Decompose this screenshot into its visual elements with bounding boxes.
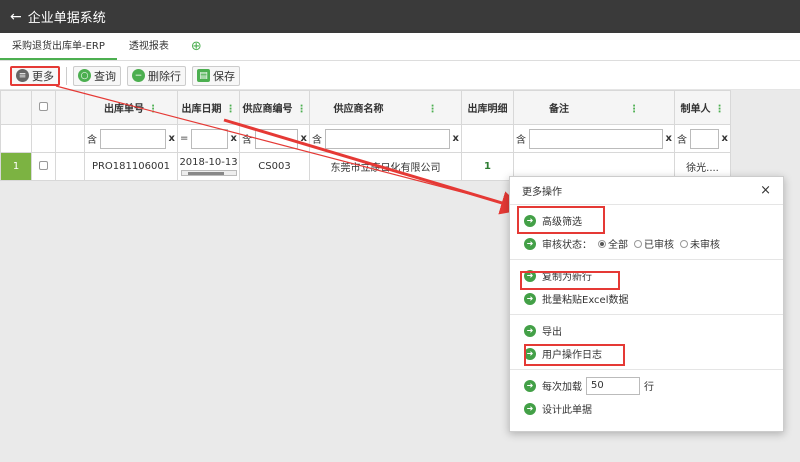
tab-purchase-return[interactable]: 采购退货出库单-ERP [0,33,117,60]
audit-radio-all[interactable]: 全部 [598,236,628,251]
clear-filter-icon[interactable]: x [301,133,307,144]
clear-filter-icon[interactable]: x [453,133,459,144]
highlight-copy-new-row [520,271,620,290]
cell-order-no[interactable]: PRO181106001 [84,152,178,181]
filter-row: 含x = x 含x 含x 含x 含x [0,124,731,153]
dialog-header: 更多操作 × [510,177,783,205]
save-label: 保存 [213,69,235,83]
clear-filter-icon[interactable]: x [666,133,672,144]
data-grid: 出库单号 ⋮ 出库日期 ⋮ 供应商编号 ⋮ 供应商名称 ⋮ 出库明细 备注 ⋮ 制单人 ⋮ … [0,90,731,181]
filter-input[interactable] [255,128,298,149]
toolbar-divider [66,66,67,85]
cell-scrollbar[interactable] [180,170,237,176]
more-button[interactable]: ≡ 更多 [10,65,60,86]
menu-icon: ≡ [16,69,29,82]
batch-paste-item[interactable]: ➜ 批量粘贴Excel数据 [510,287,783,310]
dialog-section-settings: ➜ 每次加载 50 行 ➜ 设计此单据 [510,370,783,424]
arrow-right-icon: ➜ [524,237,536,250]
column-header-creator[interactable]: 制单人 ⋮ [674,90,731,125]
delete-row-label: 删除行 [148,69,181,83]
filter-date: = x [177,124,240,153]
highlight-user-log [524,344,625,366]
arrow-left-icon[interactable]: ← [10,9,22,25]
filter-note: 含x [513,124,675,153]
filter-input[interactable] [100,128,166,149]
column-header-supplier-name[interactable]: 供应商名称 ⋮ [309,90,462,125]
arrow-right-icon: ➜ [524,379,536,392]
audit-radio-unapproved[interactable]: 未审核 [680,236,720,251]
highlight-advanced-filter [517,206,605,234]
load-count-input[interactable]: 50 [586,376,640,395]
toolbar: ≡ 更多 ○ 查询 − 删除行 ▤ 保存 [0,62,800,90]
title-bar: ← 企业单据系统 [0,0,800,33]
column-menu-icon[interactable]: ⋮ [226,104,236,115]
app-title: 企业单据系统 [27,11,106,26]
header-blank [55,90,85,125]
close-icon[interactable]: × [760,183,771,198]
column-menu-icon[interactable]: ⋮ [148,104,158,115]
design-item[interactable]: ➜ 设计此单据 [510,397,783,420]
arrow-right-icon: ➜ [524,292,536,305]
arrow-right-icon: ➜ [524,324,536,337]
filter-input[interactable] [191,128,228,149]
column-header-date[interactable]: 出库日期 ⋮ [177,90,240,125]
header-select-all[interactable] [31,90,56,125]
filter-input[interactable] [690,128,719,149]
column-menu-icon[interactable]: ⋮ [428,104,438,115]
row-number: 1 [0,152,32,181]
query-label: 查询 [94,69,116,83]
filter-supplier-name: 含x [309,124,462,153]
column-menu-icon[interactable]: ⋮ [629,104,639,115]
cell-supplier-name[interactable]: 东莞市立康日化有限公司 [309,152,462,181]
cell-date[interactable]: 2018-10-13 [177,152,240,181]
checkbox-icon[interactable] [39,160,48,170]
checkbox-icon[interactable] [39,101,48,111]
cell-supplier-code[interactable]: CS003 [239,152,310,181]
filter-input[interactable] [325,128,450,149]
row-select[interactable] [31,152,56,181]
more-label: 更多 [32,69,54,83]
audit-radio-approved[interactable]: 已审核 [634,236,674,251]
filter-input[interactable] [529,128,663,149]
filter-supplier-code: 含x [239,124,310,153]
minus-icon: − [132,69,145,82]
column-header-supplier-code[interactable]: 供应商编号 ⋮ [239,90,310,125]
filter-creator: 含x [674,124,731,153]
header-row: 出库单号 ⋮ 出库日期 ⋮ 供应商编号 ⋮ 供应商名称 ⋮ 出库明细 备注 ⋮ 制单人 ⋮ [0,90,731,125]
tab-bar: 采购退货出库单-ERP 透视报表 ⊕ [0,33,800,61]
column-menu-icon[interactable]: ⋮ [297,104,307,115]
column-header-order-no[interactable]: 出库单号 ⋮ [84,90,178,125]
tab-pivot-report[interactable]: 透视报表 [117,33,181,60]
arrow-right-icon: ➜ [524,402,536,415]
audit-status-item: ➜ 审核状态： 全部 已审核 未审核 [510,232,783,255]
search-icon: ○ [78,69,91,82]
column-header-detail[interactable]: 出库明细 [461,90,514,125]
load-count-item: ➜ 每次加载 50 行 [510,374,783,397]
query-button[interactable]: ○ 查询 [73,65,121,86]
header-rownum [0,90,32,125]
clear-filter-icon[interactable]: x [722,133,728,144]
add-tab-icon[interactable]: ⊕ [181,33,212,60]
save-button[interactable]: ▤ 保存 [192,65,240,86]
filter-order-no: 含x [84,124,178,153]
clear-filter-icon[interactable]: x [169,133,175,144]
column-header-note[interactable]: 备注 ⋮ [513,90,675,125]
save-icon: ▤ [197,69,210,82]
cell-detail[interactable]: 1 [461,152,514,181]
clear-filter-icon[interactable]: x [231,133,237,144]
delete-row-button[interactable]: − 删除行 [127,65,186,86]
dialog-title: 更多操作 [522,187,562,198]
column-menu-icon[interactable]: ⋮ [715,104,725,115]
export-item[interactable]: ➜ 导出 [510,319,783,342]
